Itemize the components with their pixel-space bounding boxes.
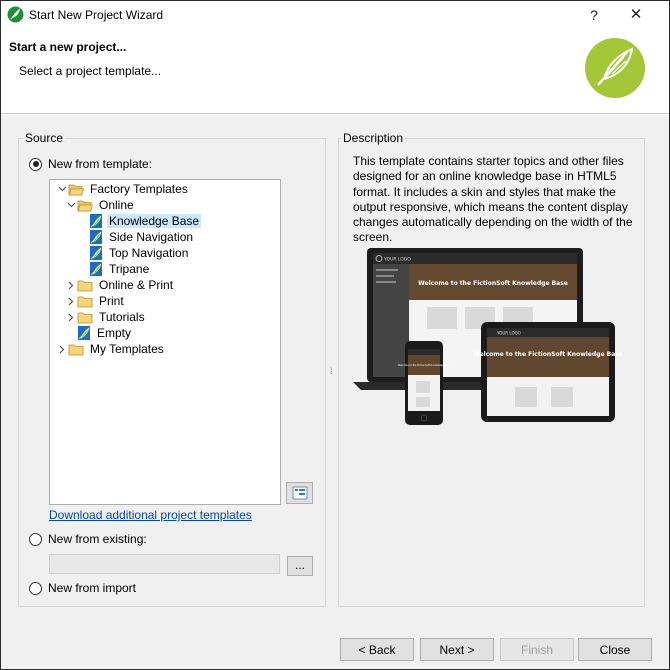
tree-label: Empty <box>97 326 132 340</box>
laptop-logo-text: YOUR LOGO <box>383 257 411 263</box>
phone-banner-text: Welcome to the FictionSoft Knowledge Bas… <box>398 364 451 367</box>
tree-item-online-print[interactable]: Online & Print <box>65 277 175 293</box>
header-title: Start a new project... <box>9 40 127 54</box>
tree-label: Tripane <box>109 262 150 276</box>
window-close-button[interactable]: ✕ <box>623 4 649 26</box>
tree-item-factory-templates[interactable]: Factory Templates <box>56 181 190 197</box>
source-group-label: Source <box>23 131 66 145</box>
app-feather-icon <box>7 6 24 23</box>
radio-indicator-checked[interactable] <box>29 157 42 171</box>
template-icon <box>90 246 102 260</box>
tree-label: Knowledge Base <box>107 214 202 228</box>
new-from-import-radio[interactable]: New from import <box>29 580 136 596</box>
wizard-window: Start New Project Wizard ? ✕ Start a new… <box>0 0 670 670</box>
browse-button[interactable]: ... <box>287 556 313 576</box>
back-button[interactable]: < Back <box>340 638 414 661</box>
feather-logo-icon <box>585 38 645 98</box>
window-title: Start New Project Wizard <box>29 8 164 22</box>
tree-item-empty[interactable]: Empty <box>77 325 133 341</box>
existing-project-input[interactable] <box>49 554 280 574</box>
chevron-right-icon[interactable] <box>65 277 77 293</box>
template-icon <box>90 230 102 244</box>
header-separator <box>1 113 669 115</box>
wizard-header: Start a new project... Select a project … <box>1 29 669 113</box>
chevron-right-icon[interactable] <box>65 293 77 309</box>
new-from-template-label: New from template: <box>48 157 153 171</box>
list-filter-icon <box>292 486 308 500</box>
folder-icon <box>77 296 93 307</box>
download-templates-link[interactable]: Download additional project templates <box>49 508 252 522</box>
tree-item-tutorials[interactable]: Tutorials <box>65 309 147 325</box>
template-icon <box>90 262 102 276</box>
tree-label: Top Navigation <box>109 246 189 260</box>
folder-open-icon <box>77 200 93 211</box>
tree-label: Side Navigation <box>109 230 194 244</box>
chevron-down-icon[interactable] <box>56 181 68 197</box>
splitter-handle[interactable]: ⁞ <box>330 366 333 376</box>
tablet-banner-text: Welcome to the FictionSoft Knowledge Bas… <box>473 351 623 358</box>
tree-label: Online <box>99 198 134 212</box>
new-from-template-radio[interactable]: New from template: <box>29 156 152 172</box>
template-tree[interactable]: Factory Templates Online Knowledge Base … <box>49 179 281 505</box>
folder-icon <box>77 312 93 323</box>
template-icon <box>90 214 102 228</box>
radio-indicator[interactable] <box>29 532 42 546</box>
tree-item-tripane[interactable]: Tripane <box>89 261 151 277</box>
description-group: Description This template contains start… <box>338 131 645 607</box>
finish-button[interactable]: Finish <box>500 638 574 661</box>
template-icon <box>78 326 90 340</box>
tree-item-print[interactable]: Print <box>65 293 126 309</box>
description-group-label: Description <box>341 131 406 145</box>
help-button[interactable]: ? <box>581 4 607 26</box>
tree-item-my-templates[interactable]: My Templates <box>56 341 166 357</box>
tree-label: Tutorials <box>99 310 145 324</box>
title-bar: Start New Project Wizard ? ✕ <box>1 1 669 29</box>
new-from-existing-label: New from existing: <box>48 532 147 546</box>
description-text: This template contains starter topics an… <box>353 154 633 245</box>
tree-item-side-navigation[interactable]: Side Navigation <box>89 229 195 245</box>
tablet-logo-text: YOUR LOGO <box>496 331 521 336</box>
tree-label: My Templates <box>90 342 164 356</box>
radio-indicator[interactable] <box>29 581 42 595</box>
folder-icon <box>68 344 84 355</box>
new-from-existing-radio[interactable]: New from existing: <box>29 531 147 547</box>
laptop-banner-text: Welcome to the FictionSoft Knowledge Bas… <box>418 280 568 287</box>
source-group: Source New from template: Factory Templa… <box>18 131 326 607</box>
tree-label: Online & Print <box>99 278 174 292</box>
tree-item-online[interactable]: Online <box>65 197 136 213</box>
tree-item-knowledge-base[interactable]: Knowledge Base <box>89 213 202 229</box>
close-button[interactable]: Close <box>578 638 652 661</box>
next-button[interactable]: Next > <box>420 638 494 661</box>
chevron-right-icon[interactable] <box>56 341 68 357</box>
new-from-import-label: New from import <box>48 581 137 595</box>
tree-label: Print <box>99 294 124 308</box>
template-filter-button[interactable] <box>286 482 313 504</box>
template-preview-image: YOUR LOGO Welcome to the FictionSoft Kno… <box>353 248 623 425</box>
folder-open-icon <box>68 184 84 195</box>
tree-label: Factory Templates <box>90 182 188 196</box>
header-subtitle: Select a project template... <box>19 64 162 78</box>
chevron-right-icon[interactable] <box>65 309 77 325</box>
chevron-down-icon[interactable] <box>65 197 77 213</box>
folder-icon <box>77 280 93 291</box>
tree-item-top-navigation[interactable]: Top Navigation <box>89 245 190 261</box>
